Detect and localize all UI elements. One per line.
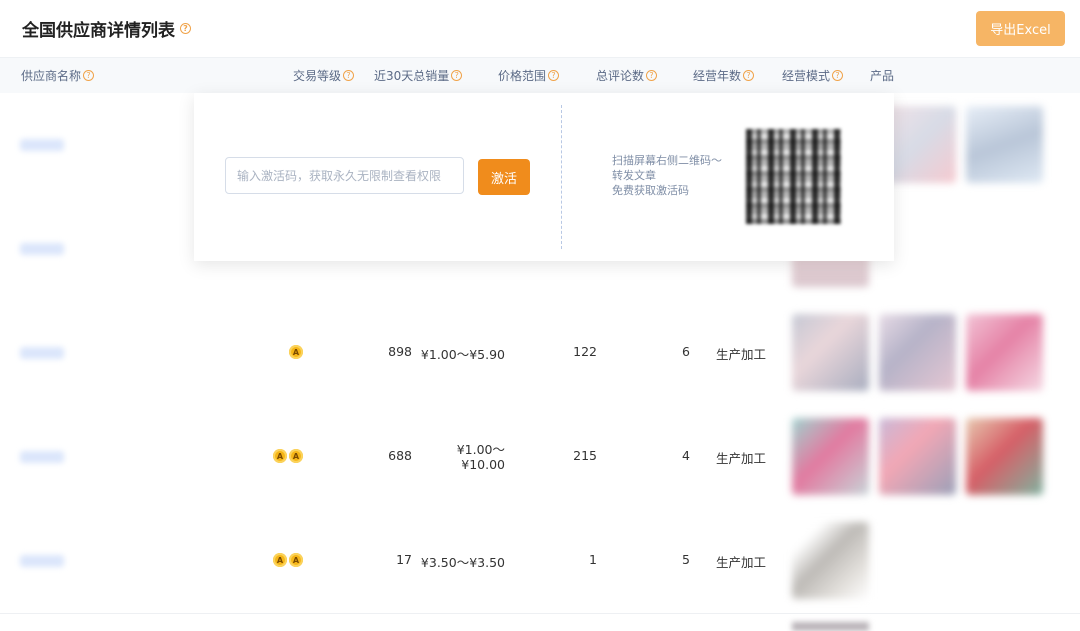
product-image[interactable]: [792, 314, 869, 391]
product-thumbs: [792, 418, 1043, 495]
sales-value: 17: [396, 552, 412, 567]
crown-badge-icon: A: [289, 553, 303, 567]
business-mode: 生产加工: [716, 555, 767, 570]
product-image[interactable]: [792, 418, 869, 495]
price-range: ¥1.00～¥5.90: [420, 347, 505, 362]
col-level[interactable]: 交易等级?: [293, 67, 355, 84]
divider: [561, 105, 562, 249]
qr-code-icon: [746, 129, 841, 224]
col-mode-label: 经营模式: [782, 69, 831, 83]
supplier-link[interactable]: [20, 347, 64, 359]
supplier-link[interactable]: [20, 243, 64, 255]
review-count: 215: [573, 448, 597, 463]
price-range: ¥1.00～: [456, 442, 505, 457]
business-mode: 生产加工: [716, 347, 767, 362]
table-row[interactable]: A A 688 ¥1.00～ ¥10.00 215 4 生产加工: [0, 405, 1080, 510]
col-product: 产品: [870, 67, 894, 84]
help-icon[interactable]: ?: [343, 70, 355, 81]
col-supplier-label: 供应商名称: [21, 69, 82, 83]
years-value: 5: [682, 552, 690, 567]
business-mode: 生产加工: [716, 451, 767, 466]
export-excel-button[interactable]: 导出Excel: [976, 11, 1065, 46]
help-icon[interactable]: ?: [451, 70, 463, 81]
review-count: 1: [589, 552, 597, 567]
help-icon[interactable]: ?: [743, 70, 755, 81]
supplier-link[interactable]: [20, 555, 64, 567]
activation-code-input[interactable]: [225, 157, 464, 194]
help-icon[interactable]: ?: [83, 70, 95, 81]
product-image[interactable]: [879, 418, 956, 495]
crown-badge-icon: A: [273, 449, 287, 463]
supplier-link[interactable]: [20, 139, 64, 151]
help-icon[interactable]: ?: [646, 70, 658, 81]
product-image[interactable]: [879, 314, 956, 391]
product-image[interactable]: [966, 106, 1043, 183]
col-mode[interactable]: 经营模式?: [782, 67, 844, 84]
supplier-link[interactable]: [20, 451, 64, 463]
product-image[interactable]: [966, 418, 1043, 495]
col-level-label: 交易等级: [293, 69, 342, 83]
col-reviews-label: 总评论数: [596, 69, 645, 83]
crown-badge-icon: A: [289, 449, 303, 463]
activation-hint: 扫描屏幕右侧二维码～ 转发文章 免费获取激活码: [612, 153, 722, 198]
product-thumbs: [792, 522, 869, 599]
activation-popup: 激活 扫描屏幕右侧二维码～ 转发文章 免费获取激活码: [194, 93, 894, 261]
price-range: ¥3.50～¥3.50: [420, 555, 505, 570]
sales-value: 688: [388, 448, 412, 463]
review-count: 122: [573, 344, 597, 359]
crown-badge-icon: A: [289, 345, 303, 359]
col-years-label: 经营年数: [693, 69, 742, 83]
activate-button[interactable]: 激活: [478, 159, 530, 195]
product-thumbs: [792, 314, 1043, 391]
col-sales30-label: 近30天总销量: [374, 69, 450, 83]
help-icon[interactable]: ?: [832, 70, 844, 81]
col-sales30[interactable]: 近30天总销量?: [374, 67, 463, 84]
product-image[interactable]: [792, 522, 869, 599]
product-image[interactable]: [792, 622, 869, 631]
table-header: 供应商名称? 交易等级? 近30天总销量? 价格范围? 总评论数? 经营年数? …: [0, 57, 1080, 94]
trade-level-badges: A: [289, 345, 303, 359]
crown-badge-icon: A: [273, 553, 287, 567]
col-price-label: 价格范围: [498, 69, 547, 83]
trade-level-badges: A A: [273, 449, 303, 463]
hint-line: 转发文章: [612, 169, 656, 182]
table-row[interactable]: A 898 ¥1.00～¥5.90 122 6 生产加工: [0, 301, 1080, 406]
col-supplier[interactable]: 供应商名称?: [21, 67, 95, 84]
col-reviews[interactable]: 总评论数?: [596, 67, 658, 84]
years-value: 4: [682, 448, 690, 463]
help-icon[interactable]: ?: [180, 23, 191, 34]
hint-line: 免费获取激活码: [612, 184, 689, 197]
table-row[interactable]: A A 17 ¥3.50～¥3.50 1 5 生产加工: [0, 509, 1080, 614]
col-product-label: 产品: [870, 69, 895, 83]
page-title: 全国供应商详情列表 ?: [22, 16, 191, 41]
help-icon[interactable]: ?: [548, 70, 560, 81]
col-price[interactable]: 价格范围?: [498, 67, 560, 84]
hint-line: 扫描屏幕右侧二维码～: [612, 154, 722, 167]
product-image[interactable]: [966, 314, 1043, 391]
sales-value: 898: [388, 344, 412, 359]
page-title-text: 全国供应商详情列表: [22, 21, 175, 41]
col-years[interactable]: 经营年数?: [693, 67, 755, 84]
years-value: 6: [682, 344, 690, 359]
trade-level-badges: A A: [273, 553, 303, 567]
price-range-max: ¥10.00: [461, 457, 505, 472]
